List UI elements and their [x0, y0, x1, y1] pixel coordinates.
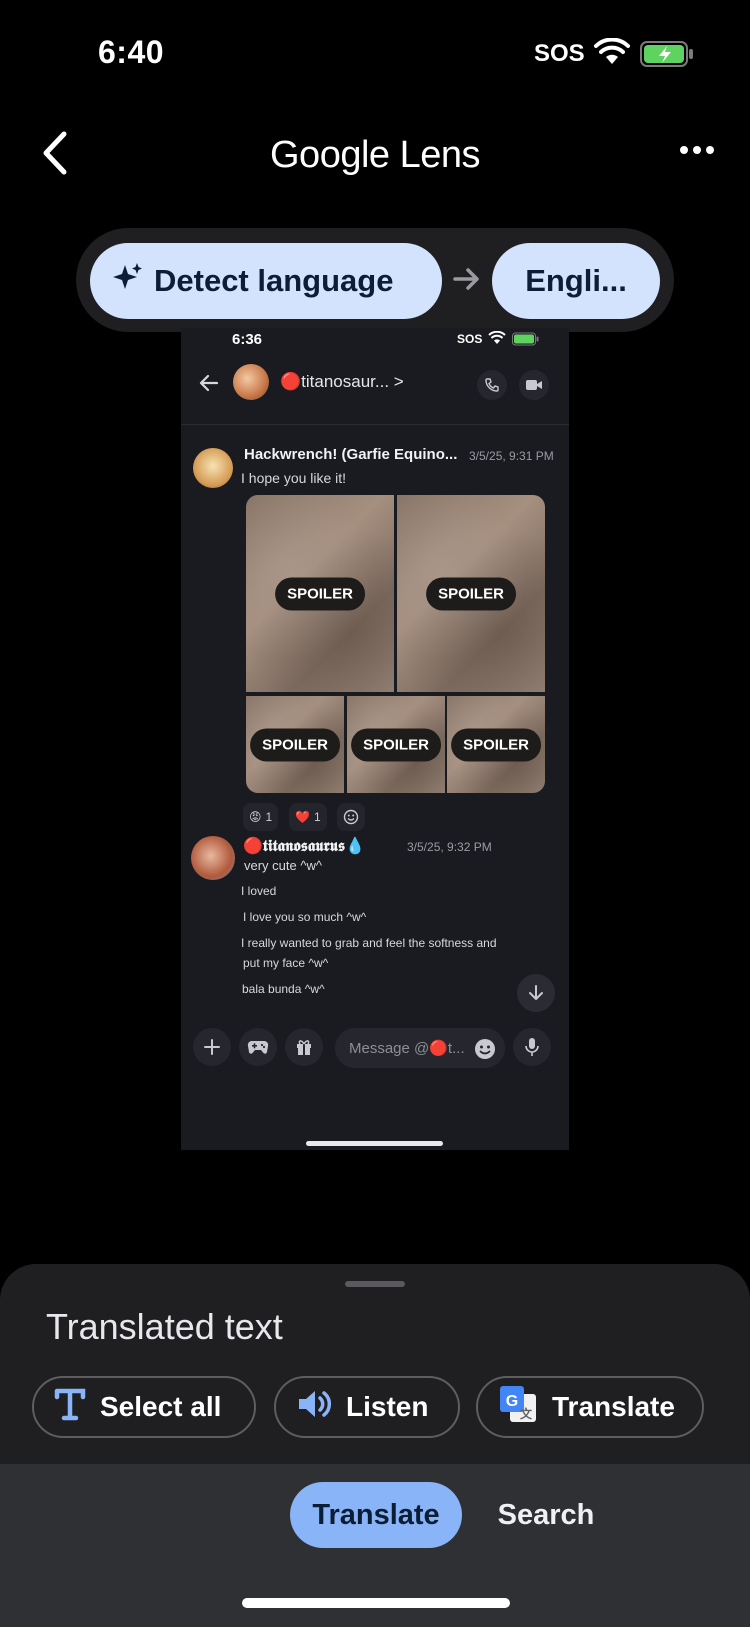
svg-text:G: G [506, 1393, 518, 1410]
inner-status-carrier: SOS [457, 332, 483, 346]
tab-search[interactable]: Search [490, 1482, 602, 1548]
google-translate-icon: G文 [498, 1384, 538, 1431]
reaction-emoji: ❤️ [295, 810, 310, 824]
select-all-button[interactable]: Select all [32, 1376, 256, 1438]
message-line: I love you so much ^w^ [243, 910, 367, 924]
message-text: I hope you like it! [241, 470, 347, 486]
message-avatar [193, 448, 233, 488]
add-reaction-icon [337, 803, 365, 831]
message-time: 3/5/25, 9:31 PM [469, 449, 554, 463]
reaction-count: 1 [265, 810, 273, 824]
spoiler-image: SPOILER [246, 495, 394, 692]
captured-screenshot[interactable]: 6:36 SOS 🔴titanosaur... > Hackwrench! (G… [181, 328, 569, 1150]
message-line: put my face ^w^ [243, 956, 329, 970]
battery-icon [640, 40, 696, 73]
inner-plus-icon [193, 1028, 231, 1066]
message-line: I really wanted to grab and feel the sof… [241, 936, 497, 950]
reaction-emoji: 😡 [249, 810, 262, 824]
message-line: bala bunda ^w^ [242, 982, 325, 996]
spoiler-label: SPOILER [275, 577, 365, 610]
message-avatar [191, 836, 235, 880]
speaker-icon [296, 1387, 332, 1428]
spoiler-image: SPOILER [397, 495, 545, 692]
select-all-label: Select all [100, 1391, 222, 1422]
source-language-label: Detect language [154, 263, 394, 298]
inner-divider [181, 424, 569, 425]
message-line: very cute ^w^ [244, 858, 322, 873]
inner-emoji-icon [474, 1038, 496, 1065]
scroll-down-icon [517, 974, 555, 1012]
wifi-icon [594, 37, 630, 71]
home-indicator [242, 1598, 510, 1608]
spoiler-label: SPOILER [250, 728, 340, 761]
tab-translate[interactable]: Translate [290, 1482, 462, 1548]
inner-status-time: 6:36 [232, 331, 263, 348]
reaction-chip: 😡 1 [243, 803, 279, 831]
target-language-button[interactable]: Engli... [492, 243, 660, 319]
translate-app-button[interactable]: G文 Translate [476, 1376, 704, 1438]
status-time: 6:40 [98, 34, 165, 70]
spoiler-image: SPOILER [447, 696, 545, 793]
translate-app-label: Translate [552, 1391, 675, 1422]
message-author: 🔴𝖙𝖎𝖙𝖆𝖓𝖔𝖘𝖆𝖚𝖗𝖚𝖘💧 [243, 836, 365, 855]
inner-home-indicator [306, 1141, 443, 1146]
listen-label: Listen [346, 1391, 429, 1422]
listen-button[interactable]: Listen [274, 1376, 460, 1438]
sheet-title: Translated text [46, 1306, 283, 1347]
sparkle-icon [112, 261, 144, 301]
arrow-right-icon [452, 264, 482, 294]
message-line: I loved [241, 884, 277, 898]
spoiler-image: SPOILER [347, 696, 445, 793]
inner-video-icon [519, 370, 549, 400]
source-language-button[interactable]: Detect language [90, 243, 442, 319]
reaction-count: 1 [313, 810, 321, 824]
message-author: Hackwrench! (Garfie Equino... [244, 446, 458, 463]
spoiler-image: SPOILER [246, 696, 344, 793]
reaction-chip: ❤️ 1 [289, 803, 327, 831]
inner-chat-avatar [233, 364, 269, 400]
svg-text:文: 文 [520, 1406, 533, 1421]
inner-gift-icon [285, 1028, 323, 1066]
inner-call-icon [477, 370, 507, 400]
page-title: Google Lens [270, 134, 481, 176]
inner-mic-icon [513, 1028, 551, 1066]
status-carrier: SOS [534, 40, 585, 67]
text-select-icon [54, 1387, 86, 1428]
more-options-icon[interactable] [676, 140, 720, 160]
spoiler-label: SPOILER [351, 728, 441, 761]
inner-wifi-icon [488, 330, 506, 350]
sheet-drag-handle[interactable] [345, 1281, 405, 1287]
inner-back-arrow-icon [199, 374, 219, 397]
message-time: 3/5/25, 9:32 PM [407, 840, 492, 854]
spoiler-label: SPOILER [451, 728, 541, 761]
spoiler-label: SPOILER [426, 577, 516, 610]
inner-gamepad-icon [239, 1028, 277, 1066]
inner-battery-icon [512, 332, 540, 351]
inner-chat-title: 🔴titanosaur... > [280, 372, 404, 391]
